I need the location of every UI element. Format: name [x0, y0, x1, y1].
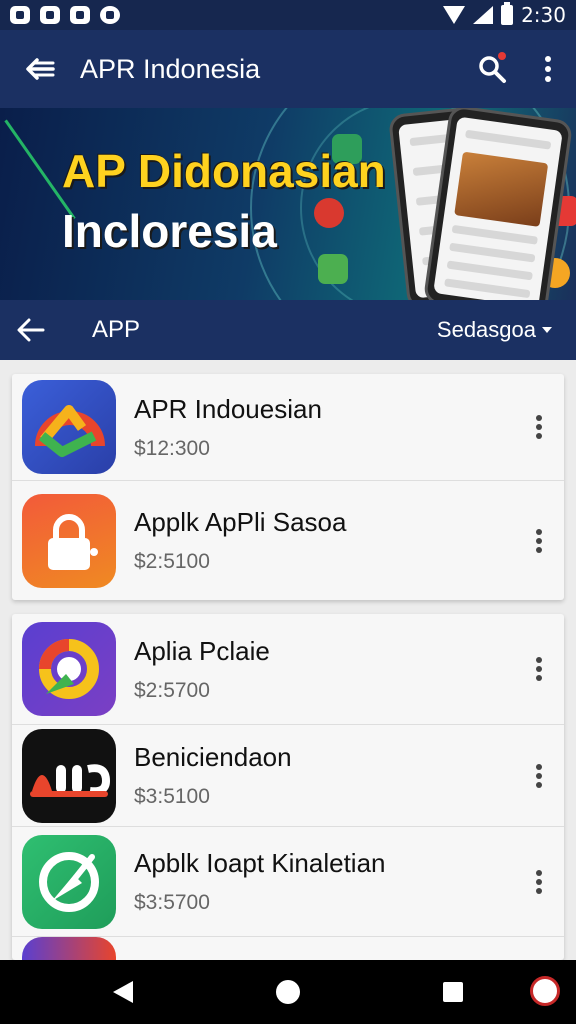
more-vert-icon [545, 56, 551, 82]
app-name: Aplia Pclaie [134, 635, 270, 666]
home-circle-icon [275, 980, 300, 1004]
status-time: 2:30 [521, 3, 566, 27]
list-item[interactable]: Beniciendaon $3:5100 [12, 724, 564, 826]
section-back-button[interactable] [0, 300, 62, 360]
multicolor-arch-icon [22, 380, 116, 474]
notification-dot [498, 52, 506, 60]
more-vert-icon [536, 763, 542, 788]
battery-icon [501, 2, 514, 25]
search-button[interactable] [464, 30, 520, 108]
lock-bag-icon [22, 493, 116, 588]
section-bar: APP Sedasgoa [0, 300, 576, 360]
promo-banner[interactable]: AP Didonasian Incloresia [0, 108, 576, 300]
app-bar: APR Indonesia [0, 30, 576, 108]
item-more-button[interactable] [514, 397, 564, 457]
more-vert-icon [536, 657, 542, 681]
wifi-icon [443, 6, 466, 24]
photo-icon [40, 6, 60, 24]
item-more-button[interactable] [514, 511, 564, 571]
more-vert-icon [536, 415, 542, 439]
status-left-icons [10, 6, 120, 24]
phone-screen [433, 116, 563, 300]
chat-icon [100, 6, 120, 24]
ring-icon [22, 622, 116, 716]
nav-home-button[interactable] [258, 960, 318, 1024]
app-name: Apblk Ioapt Kinaletian [134, 848, 386, 878]
app-info: APR Indouesian $12:300 [134, 394, 514, 461]
item-more-button[interactable] [514, 746, 564, 806]
back-arrow-icon [17, 318, 45, 342]
status-right-icons: 2:30 [443, 2, 566, 27]
more-options-button[interactable] [520, 30, 576, 108]
app-price: $12:300 [134, 436, 210, 460]
status-bar: 2:30 [0, 0, 576, 30]
assist-icon[interactable] [530, 976, 560, 1006]
chevron-down-icon [542, 327, 552, 333]
floating-app-icon [314, 198, 344, 228]
app-price: $3:5700 [134, 891, 210, 914]
app-price: $2:5100 [134, 550, 210, 573]
sort-dropdown[interactable]: Sedasgoa [437, 317, 576, 343]
system-nav-bar [0, 960, 576, 1024]
more-vert-icon [536, 528, 542, 553]
app-price: $3:5100 [134, 785, 210, 808]
list-item-partial[interactable] [12, 936, 564, 960]
phone-mockup [422, 108, 574, 300]
item-more-button[interactable] [514, 852, 564, 912]
phone-row [451, 224, 538, 245]
app-name: Beniciendaon [134, 742, 292, 772]
app-info: Beniciendaon $3:5100 [134, 742, 514, 809]
notification-icon [10, 6, 30, 24]
app-list-card: APR Indouesian $12:300 Applk ApPli Sasoa… [12, 374, 564, 600]
sort-label: Sedasgoa [436, 317, 536, 342]
phone-row [444, 278, 531, 299]
floating-app-icon [318, 254, 348, 284]
app-info: Aplia Pclaie $2:5700 [134, 636, 514, 703]
list-item[interactable]: Aplia Pclaie $2:5700 [12, 614, 564, 724]
back-button[interactable] [0, 30, 80, 108]
back-triangle-icon [112, 981, 133, 1003]
partial-app-icon [22, 936, 116, 960]
section-title: APP [92, 316, 141, 343]
compass-icon [22, 834, 116, 929]
app-name: Applk ApPli Sasoa [134, 507, 347, 537]
phone-row [465, 129, 552, 150]
recents-square-icon [443, 982, 464, 1002]
list-item[interactable]: Apblk Ioapt Kinaletian $3:5700 [12, 826, 564, 936]
app-list-card: Aplia Pclaie $2:5700 Beniciendaon $3:510… [12, 614, 564, 960]
banner-subtitle: Incloresia [62, 205, 277, 257]
list-item[interactable]: Applk ApPli Sasoa $2:5100 [12, 480, 564, 600]
aoc-logo-icon [22, 728, 116, 823]
item-more-button[interactable] [514, 639, 564, 699]
phone-row [446, 260, 533, 281]
phone-image [454, 151, 549, 227]
nav-back-button[interactable] [93, 960, 153, 1024]
app-info: Apblk Ioapt Kinaletian $3:5700 [134, 848, 514, 915]
app-title: APR Indonesia [80, 53, 261, 84]
list-item[interactable]: APR Indouesian $12:300 [12, 374, 564, 480]
nav-recents-button[interactable] [423, 960, 483, 1024]
cast-icon [70, 6, 90, 24]
app-info: Applk ApPli Sasoa $2:5100 [134, 507, 514, 574]
more-vert-icon [536, 869, 542, 894]
banner-title: AP Didonasian [62, 145, 386, 197]
app-price: $2:5700 [134, 678, 210, 702]
signal-icon [473, 6, 494, 24]
phone-row [449, 242, 536, 263]
app-name: APR Indouesian [134, 393, 322, 424]
back-arrow-icon [26, 58, 55, 80]
